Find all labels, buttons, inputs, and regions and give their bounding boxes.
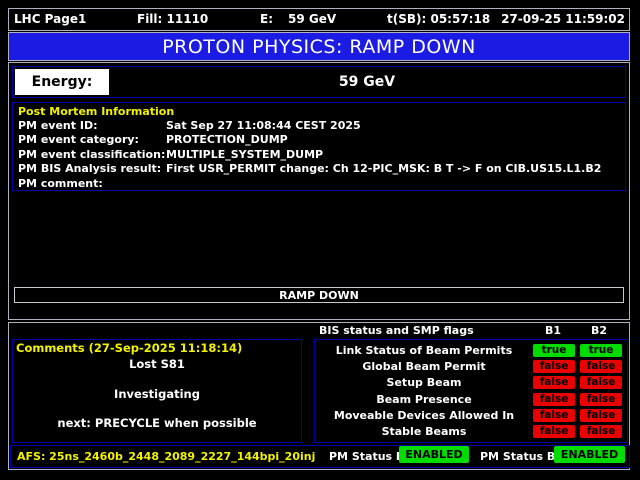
bis-col-b1: B1 bbox=[545, 324, 561, 337]
bottom-status-bar: AFS: 25ns_2460b_2448_2089_2227_144bpi_20… bbox=[10, 445, 630, 468]
beam-mode-bar: RAMP DOWN bbox=[14, 287, 624, 303]
b2-status-badge: false bbox=[580, 409, 622, 422]
energy-short-label: E: bbox=[260, 9, 273, 30]
bis-row: Stable Beams false false bbox=[315, 424, 627, 440]
app-title: LHC Page1 bbox=[14, 9, 86, 30]
bottom-panel: BIS status and SMP flags B1 B2 Comments … bbox=[8, 322, 630, 470]
afs-scheme: AFS: 25ns_2460b_2448_2089_2227_144bpi_20… bbox=[17, 446, 315, 467]
bis-row: Global Beam Permit false false bbox=[315, 358, 627, 374]
b2-status-badge: false bbox=[580, 376, 622, 389]
pm-row-label: PM event ID: bbox=[18, 119, 166, 133]
pm-row: PM comment: bbox=[18, 177, 620, 191]
comments-box: Comments (27-Sep-2025 11:18:14) Lost S81… bbox=[12, 339, 302, 443]
b1-status-badge: false bbox=[533, 376, 575, 389]
bis-col-b2: B2 bbox=[591, 324, 607, 337]
b2-status-badge: false bbox=[580, 393, 622, 406]
datetime: 27-09-25 11:59:02 bbox=[501, 9, 625, 30]
bis-row-label: Setup Beam bbox=[315, 376, 533, 389]
pm-row-value: PROTECTION_DUMP bbox=[166, 133, 620, 147]
bis-row: Beam Presence false false bbox=[315, 391, 627, 407]
comments-title: Comments (27-Sep-2025 11:18:14) bbox=[16, 341, 242, 355]
bis-row-label: Global Beam Permit bbox=[315, 360, 533, 373]
energy-value: 59 GeV bbox=[111, 67, 623, 97]
pm-status-b2-label: PM Status B2 bbox=[480, 446, 563, 467]
bis-status-box: Link Status of Beam Permits true true Gl… bbox=[314, 339, 628, 443]
energy-label: Energy: bbox=[32, 74, 93, 90]
b1-status-badge: false bbox=[533, 425, 575, 438]
b2-status-badge: false bbox=[580, 425, 622, 438]
pm-row-value bbox=[166, 177, 620, 191]
comment-line: next: PRECYCLE when possible bbox=[13, 416, 301, 430]
pm-row-label: PM comment: bbox=[18, 177, 166, 191]
b1-status-badge: false bbox=[533, 409, 575, 422]
energy-short-value: 59 GeV bbox=[288, 9, 336, 30]
time-in-stable-beams: t(SB): 05:57:18 bbox=[387, 9, 490, 30]
comment-line: Lost S81 bbox=[13, 357, 301, 371]
pm-row: PM event ID: Sat Sep 27 11:08:44 CEST 20… bbox=[18, 119, 620, 133]
bis-row-label: Moveable Devices Allowed In bbox=[315, 409, 533, 422]
b2-status-badge: true bbox=[580, 344, 622, 357]
pm-row-value: Sat Sep 27 11:08:44 CEST 2025 bbox=[166, 119, 620, 133]
pm-row-value: First USR_PERMIT change: Ch 12-PIC_MSK: … bbox=[166, 162, 620, 176]
bis-row: Setup Beam false false bbox=[315, 375, 627, 391]
pm-row: PM event category: PROTECTION_DUMP bbox=[18, 133, 620, 147]
pm-status-b1-badge: ENABLED bbox=[399, 446, 469, 463]
b1-status-badge: true bbox=[533, 344, 575, 357]
comment-line: Investigating bbox=[13, 387, 301, 401]
b2-status-badge: false bbox=[580, 360, 622, 373]
post-mortem-title: Post Mortem Information bbox=[18, 105, 620, 119]
bis-row: Moveable Devices Allowed In false false bbox=[315, 407, 627, 423]
fill-number: Fill: 11110 bbox=[137, 9, 208, 30]
bis-header-row: BIS status and SMP flags B1 B2 bbox=[9, 324, 629, 338]
pm-row-label: PM event classification: bbox=[18, 148, 166, 162]
bis-header-title: BIS status and SMP flags bbox=[319, 324, 474, 337]
top-status-bar: LHC Page1 Fill: 11110 E: 59 GeV t(SB): 0… bbox=[8, 8, 630, 31]
pm-status-b2-badge: ENABLED bbox=[554, 446, 625, 463]
pm-row-value: MULTIPLE_SYSTEM_DUMP bbox=[166, 148, 620, 162]
bis-row-label: Link Status of Beam Permits bbox=[315, 344, 533, 357]
bis-row: Link Status of Beam Permits true true bbox=[315, 342, 627, 358]
bis-row-label: Beam Presence bbox=[315, 393, 533, 406]
bis-row-label: Stable Beams bbox=[315, 425, 533, 438]
b1-status-badge: false bbox=[533, 393, 575, 406]
page-title-bar: PROTON PHYSICS: RAMP DOWN bbox=[8, 32, 630, 61]
main-panel: Energy: 59 GeV Post Mortem Information P… bbox=[8, 62, 630, 320]
energy-row: Energy: 59 GeV bbox=[12, 66, 626, 98]
pm-row: PM BIS Analysis result: First USR_PERMIT… bbox=[18, 162, 620, 176]
post-mortem-box: Post Mortem Information PM event ID: Sat… bbox=[12, 102, 626, 191]
page-title: PROTON PHYSICS: RAMP DOWN bbox=[162, 36, 476, 58]
pm-row-label: PM event category: bbox=[18, 133, 166, 147]
energy-label-box: Energy: bbox=[15, 69, 109, 95]
pm-row: PM event classification: MULTIPLE_SYSTEM… bbox=[18, 148, 620, 162]
b1-status-badge: false bbox=[533, 360, 575, 373]
pm-row-label: PM BIS Analysis result: bbox=[18, 162, 166, 176]
